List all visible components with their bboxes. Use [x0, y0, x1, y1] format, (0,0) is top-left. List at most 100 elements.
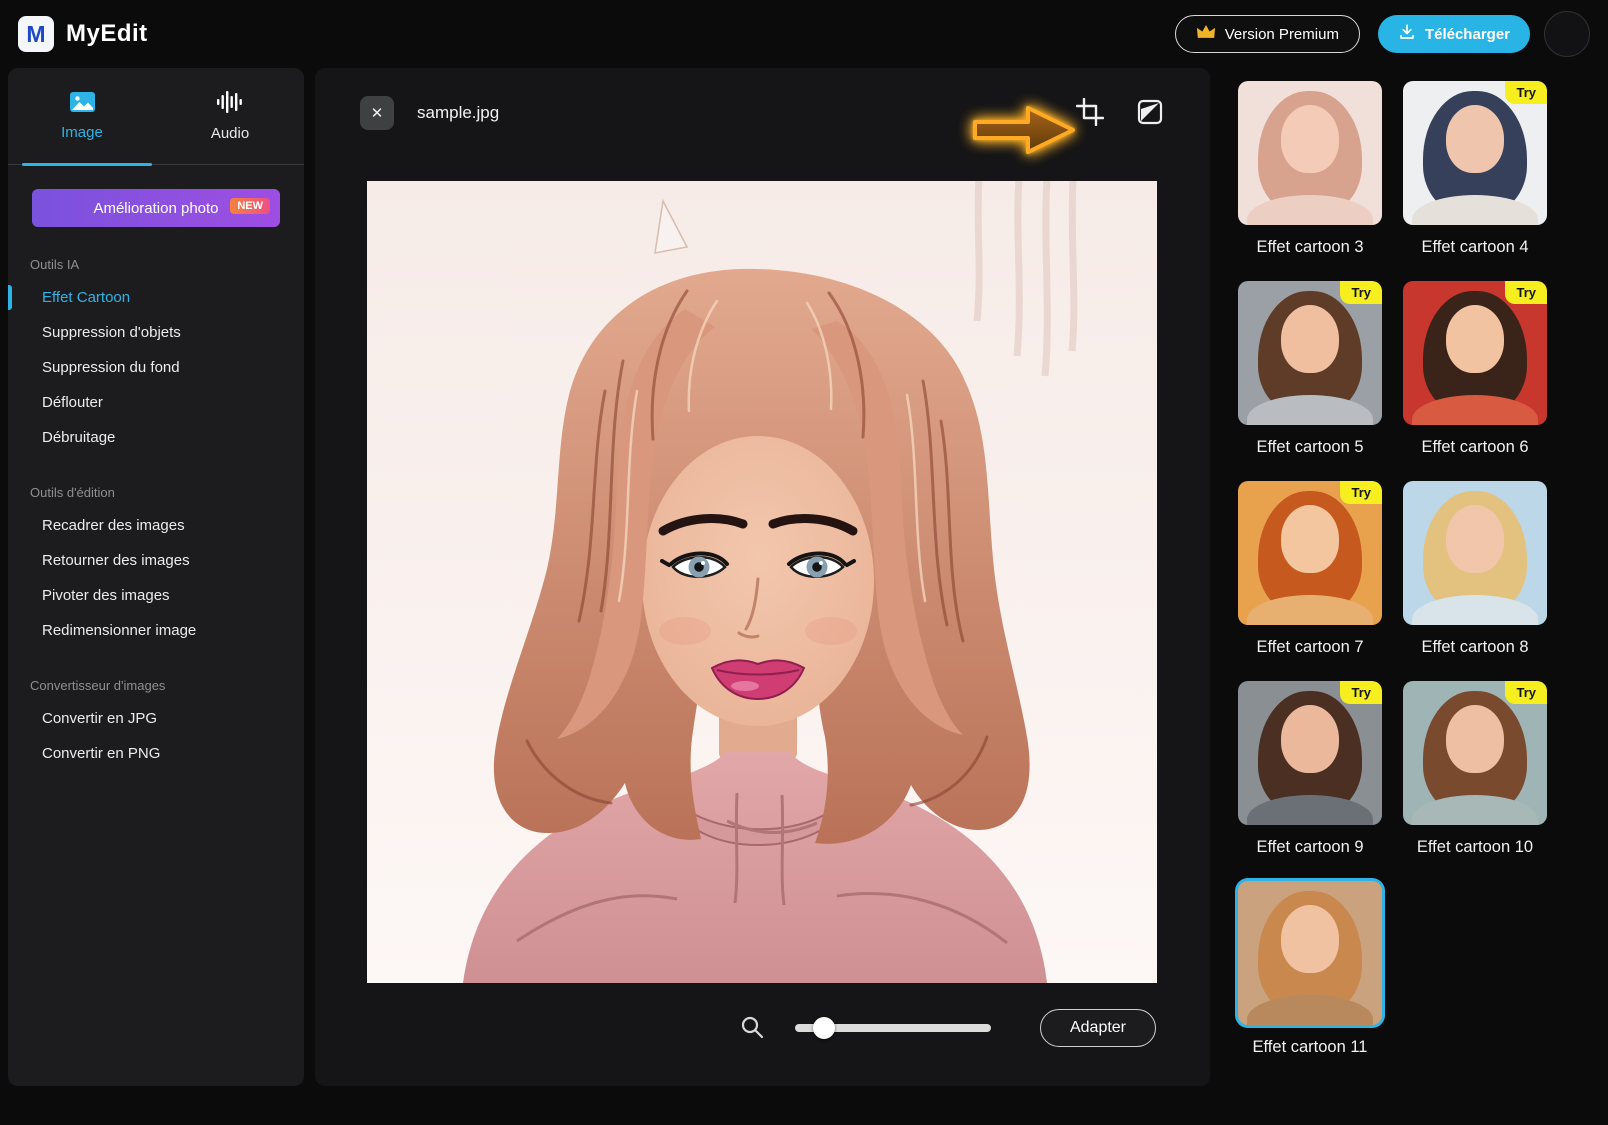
sidebar-item-retourner[interactable]: Retourner des images	[8, 543, 304, 578]
sidebar-item-label: Suppression d'objets	[42, 324, 181, 341]
crop-icon	[1075, 97, 1105, 129]
thumb-art	[1246, 194, 1374, 225]
version-premium-button[interactable]: Version Premium	[1174, 15, 1360, 53]
filename-label: sample.jpg	[417, 103, 500, 122]
section-title-converter: Convertisseur d'images	[30, 678, 166, 693]
thumb-art	[1446, 105, 1504, 174]
thumb-art	[1281, 105, 1339, 174]
active-tab-indicator	[22, 163, 152, 166]
tab-image[interactable]: Image	[8, 68, 156, 164]
sidebar-item-recadrer[interactable]: Recadrer des images	[8, 508, 304, 543]
try-badge: Try	[1505, 681, 1547, 704]
zoom-slider[interactable]	[795, 1017, 991, 1039]
try-badge: Try	[1340, 481, 1382, 504]
effect-label: Effet cartoon 6	[1421, 438, 1529, 456]
thumb-art	[1446, 305, 1504, 374]
effect-card-8[interactable]: Effet cartoon 8	[1403, 481, 1547, 657]
sidebar-item-deflouter[interactable]: Déflouter	[8, 385, 304, 420]
sidebar-item-suppression-objets[interactable]: Suppression d'objets	[8, 315, 304, 350]
myedit-logo[interactable]: M MyEdit	[18, 16, 148, 52]
zoom-magnifier-icon	[739, 1014, 765, 1040]
thumb-art	[1246, 594, 1374, 625]
sidebar-item-convertir-jpg[interactable]: Convertir en JPG	[8, 701, 304, 736]
sidebar-item-suppression-fond[interactable]: Suppression du fond	[8, 350, 304, 385]
close-icon: ✕	[370, 105, 384, 122]
thumb-art	[1281, 905, 1339, 974]
photo-enhance-button[interactable]: Amélioration photo NEW	[32, 189, 280, 227]
try-badge: Try	[1505, 81, 1547, 104]
fit-button[interactable]: Adapter	[1040, 1009, 1156, 1047]
tab-audio[interactable]: Audio	[156, 68, 304, 164]
download-label: Télécharger	[1424, 25, 1510, 43]
sidebar-item-effet-cartoon[interactable]: Effet Cartoon	[8, 280, 304, 315]
cartoon-portrait-image[interactable]	[367, 181, 1157, 983]
thumb-art	[1281, 505, 1339, 574]
effect-thumbnail[interactable]	[1238, 81, 1382, 225]
sidebar-item-label: Débruitage	[42, 429, 116, 446]
effect-thumbnail[interactable]: Try	[1238, 481, 1382, 625]
effect-card-10[interactable]: Try Effet cartoon 10	[1403, 681, 1547, 857]
thumb-art	[1281, 705, 1339, 774]
sidebar-item-label: Retourner des images	[42, 552, 190, 569]
page: M MyEdit Version Premium Télécharger Ima…	[0, 0, 1608, 1125]
effect-card-9[interactable]: Try Effet cartoon 9	[1238, 681, 1382, 857]
thumb-art	[1411, 394, 1539, 425]
user-avatar[interactable]	[1544, 11, 1590, 57]
sidebar-item-label: Pivoter des images	[42, 587, 170, 604]
effect-label: Effet cartoon 9	[1256, 838, 1364, 856]
thumb-art	[1246, 794, 1374, 825]
thumb-art	[1411, 194, 1539, 225]
tab-image-label: Image	[61, 124, 103, 141]
effects-panel: Effet cartoon 3 Try Effet cartoon 4 Try …	[1238, 81, 1558, 1057]
compare-button[interactable]	[1132, 95, 1168, 131]
annotation-arrow	[970, 101, 1080, 159]
effect-label: Effet cartoon 4	[1421, 238, 1529, 256]
sidebar-item-convertir-png[interactable]: Convertir en PNG	[8, 736, 304, 771]
tab-audio-label: Audio	[210, 125, 250, 142]
effect-label: Effet cartoon 5	[1256, 438, 1364, 456]
effect-thumbnail[interactable]	[1403, 481, 1547, 625]
left-sidebar: Image Audio Amélioration photo NEW Outil…	[8, 68, 304, 1086]
thumb-art	[1411, 594, 1539, 625]
sidebar-item-label: Suppression du fond	[42, 359, 180, 376]
effect-card-5[interactable]: Try Effet cartoon 5	[1238, 281, 1382, 457]
effect-card-11[interactable]: Effet cartoon 11	[1238, 881, 1382, 1057]
crop-button[interactable]	[1072, 95, 1108, 131]
effect-thumbnail[interactable]: Try	[1238, 281, 1382, 425]
effect-thumbnail[interactable]	[1238, 881, 1382, 1025]
try-badge: Try	[1340, 281, 1382, 304]
effect-label: Effet cartoon 10	[1416, 838, 1534, 856]
effect-thumbnail[interactable]: Try	[1238, 681, 1382, 825]
effect-thumbnail[interactable]: Try	[1403, 681, 1547, 825]
sidebar-item-debruitage[interactable]: Débruitage	[8, 420, 304, 455]
sidebar-item-label: Déflouter	[42, 394, 103, 411]
thumb-art	[1246, 994, 1374, 1025]
sidebar-item-label: Effet Cartoon	[42, 289, 131, 306]
thumb-art	[1446, 705, 1504, 774]
sidebar-item-redimensionner[interactable]: Redimensionner image	[8, 613, 304, 648]
effect-thumbnail[interactable]: Try	[1403, 281, 1547, 425]
photo-enhance-label: Amélioration photo	[93, 199, 219, 217]
sidebar-item-pivoter[interactable]: Pivoter des images	[8, 578, 304, 613]
close-button[interactable]: ✕	[360, 96, 394, 130]
effect-card-3[interactable]: Effet cartoon 3	[1238, 81, 1382, 257]
effect-thumbnail[interactable]: Try	[1403, 81, 1547, 225]
thumb-art	[1446, 505, 1504, 574]
try-badge: Try	[1340, 681, 1382, 704]
sidebar-item-label: Convertir en JPG	[42, 710, 158, 727]
zoom-slider-thumb[interactable]	[813, 1017, 835, 1039]
section-title-edit-tools: Outils d'édition	[30, 485, 115, 500]
effect-card-4[interactable]: Try Effet cartoon 4	[1403, 81, 1547, 257]
crown-icon	[1196, 24, 1216, 44]
thumb-art	[1281, 305, 1339, 374]
top-bar: M MyEdit Version Premium Télécharger	[0, 0, 1608, 68]
effect-card-6[interactable]: Try Effet cartoon 6	[1403, 281, 1547, 457]
download-button[interactable]: Télécharger	[1377, 15, 1530, 53]
sidebar-item-label: Recadrer des images	[42, 517, 185, 534]
app-title: MyEdit	[66, 20, 148, 47]
effect-card-7[interactable]: Try Effet cartoon 7	[1238, 481, 1382, 657]
version-premium-label: Version Premium	[1224, 25, 1339, 43]
compare-icon	[1137, 99, 1163, 128]
section-title-ai-tools: Outils IA	[30, 257, 80, 272]
effect-label: Effet cartoon 7	[1256, 638, 1364, 656]
